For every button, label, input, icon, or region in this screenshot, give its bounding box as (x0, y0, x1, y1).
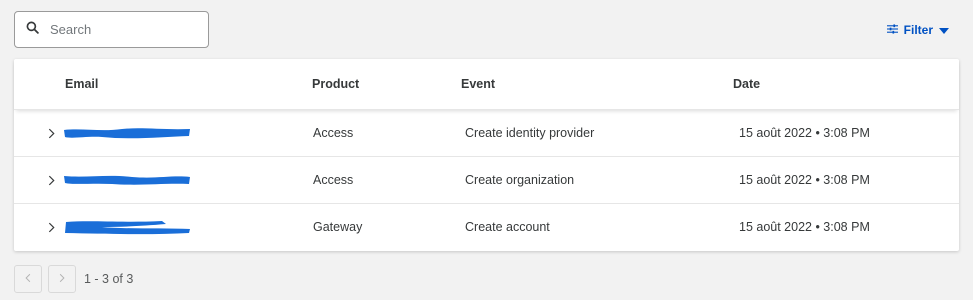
product-cell: Access (313, 126, 354, 140)
column-header-product[interactable]: Product (312, 77, 359, 91)
search-box[interactable] (14, 11, 209, 48)
date-cell: 15 août 2022 • 3:08 PM (739, 173, 870, 187)
product-cell: Gateway (313, 220, 363, 234)
filter-label: Filter (903, 23, 933, 37)
next-page-button[interactable] (48, 265, 76, 293)
column-header-email[interactable]: Email (65, 77, 98, 91)
redacted-email (62, 218, 192, 236)
event-cell: Create identity provider (465, 126, 595, 140)
caret-down-icon (939, 23, 949, 37)
chevron-right-icon (59, 270, 65, 288)
product-cell: Access (313, 173, 354, 187)
redacted-email (62, 171, 192, 189)
table-row[interactable]: Access Create organization 15 août 2022 … (14, 157, 959, 204)
pagination-range: 1 - 3 of 3 (84, 272, 134, 286)
event-cell: Create organization (465, 173, 575, 187)
chevron-right-icon[interactable] (45, 220, 57, 234)
search-input[interactable] (50, 22, 200, 37)
table-row[interactable]: Access Create identity provider 15 août … (14, 110, 959, 157)
event-cell: Create account (465, 220, 550, 234)
chevron-right-icon[interactable] (45, 126, 57, 140)
search-icon (26, 21, 39, 39)
chevron-right-icon[interactable] (45, 173, 57, 187)
column-header-date[interactable]: Date (733, 77, 760, 91)
table-row[interactable]: Gateway Create account 15 août 2022 • 3:… (14, 204, 959, 251)
chevron-left-icon (25, 270, 31, 288)
pagination: 1 - 3 of 3 (14, 265, 133, 293)
events-table: Email Product Event Date Access Create i… (14, 59, 959, 251)
column-header-event[interactable]: Event (461, 77, 495, 91)
date-cell: 15 août 2022 • 3:08 PM (739, 220, 870, 234)
date-cell: 15 août 2022 • 3:08 PM (739, 126, 870, 140)
sliders-icon (886, 23, 898, 37)
filter-button[interactable]: Filter (886, 20, 949, 40)
redacted-email (62, 124, 192, 142)
previous-page-button[interactable] (14, 265, 42, 293)
audit-log-page: Filter Email Product Event Date Access C… (0, 0, 973, 300)
table-header: Email Product Event Date (14, 59, 959, 110)
